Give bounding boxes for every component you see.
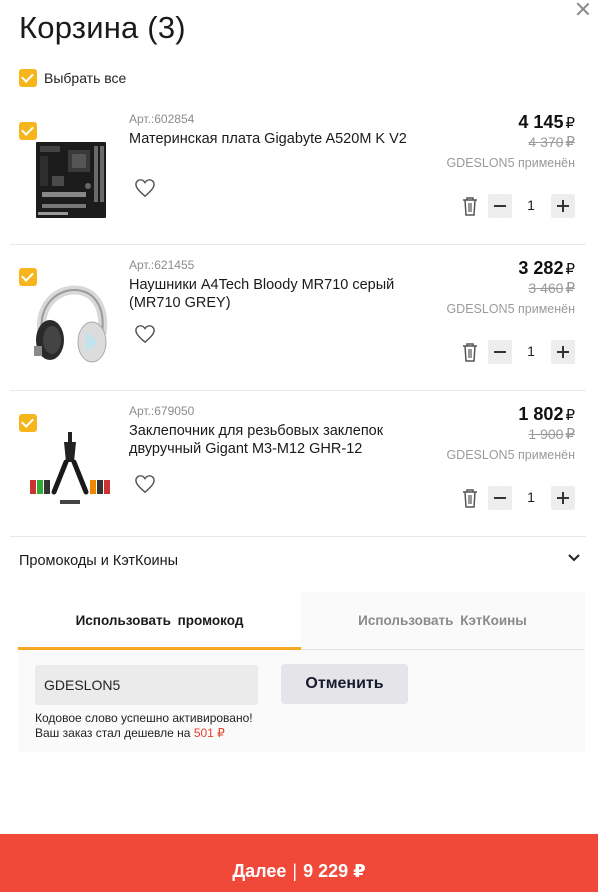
- promocode-input[interactable]: [35, 665, 258, 705]
- cancel-promocode-button[interactable]: Отменить: [281, 664, 408, 704]
- trash-icon[interactable]: [460, 195, 480, 217]
- quantity-value: 1: [527, 343, 535, 359]
- heart-icon[interactable]: [134, 474, 156, 494]
- tab-use-promocode[interactable]: Использовать промокод: [18, 592, 301, 650]
- product-name[interactable]: Материнская плата Gigabyte A520M K V2: [129, 130, 419, 148]
- page-title: Корзина (3): [19, 10, 186, 45]
- item-price: 3 282 ₽: [518, 258, 575, 278]
- tab-use-catcoins[interactable]: Использовать КэтКоины: [301, 592, 584, 650]
- cart-item: Арт.:602854 Материнская плата Gigabyte A…: [0, 100, 598, 246]
- next-label: Далее: [232, 861, 287, 881]
- product-name[interactable]: Наушники A4Tech Bloody MR710 серый (MR71…: [129, 276, 419, 312]
- currency-symbol: ₽: [565, 261, 575, 278]
- promo-section-header[interactable]: Промокоды и КэтКоины: [19, 553, 178, 569]
- article-number: Арт.:679050: [129, 404, 195, 418]
- promo-applied-note: GDESLON5 применён: [446, 156, 575, 170]
- decrease-quantity-button[interactable]: [488, 340, 512, 364]
- article-number: Арт.:621455: [129, 258, 195, 272]
- motherboard-image[interactable]: [28, 136, 114, 222]
- heart-icon[interactable]: [134, 178, 156, 198]
- promo-applied-note: GDESLON5 применён: [446, 302, 575, 316]
- item-old-price: 4 370 ₽: [528, 134, 575, 151]
- promo-applied-note: GDESLON5 применён: [446, 448, 575, 462]
- cart-item: Арт.:679050 Заклепочник для резьбовых за…: [0, 392, 598, 538]
- article-number: Арт.:602854: [129, 112, 195, 126]
- heart-icon[interactable]: [134, 324, 156, 344]
- separator: |: [292, 861, 298, 881]
- item-price: 1 802 ₽: [518, 404, 575, 424]
- discount-amount: 501 ₽: [193, 726, 225, 740]
- item-price: 4 145 ₽: [518, 112, 575, 132]
- decrease-quantity-button[interactable]: [488, 486, 512, 510]
- promo-panel: Использовать промокод Использовать КэтКо…: [18, 592, 585, 752]
- item-old-price: 3 460 ₽: [528, 280, 575, 297]
- divider: [10, 536, 586, 537]
- quantity-value: 1: [527, 489, 535, 505]
- quantity-value: 1: [527, 197, 535, 213]
- divider: [10, 244, 586, 245]
- divider: [10, 390, 586, 391]
- product-name[interactable]: Заклепочник для резьбовых заклепок двуру…: [129, 422, 419, 458]
- select-all-label[interactable]: Выбрать все: [44, 70, 126, 86]
- checkout-next-button[interactable]: Далее | 9 229 ₽: [0, 834, 598, 892]
- select-all-checkbox[interactable]: [19, 69, 37, 87]
- riveter-image[interactable]: [28, 428, 114, 514]
- promo-success-message: Кодовое слово успешно активировано! Ваш …: [35, 711, 253, 741]
- increase-quantity-button[interactable]: [551, 194, 575, 218]
- headphones-image[interactable]: [28, 282, 114, 368]
- chevron-down-icon[interactable]: [567, 553, 581, 563]
- increase-quantity-button[interactable]: [551, 340, 575, 364]
- decrease-quantity-button[interactable]: [488, 194, 512, 218]
- trash-icon[interactable]: [460, 341, 480, 363]
- currency-symbol: ₽: [565, 115, 575, 132]
- success-line: Кодовое слово успешно активировано!: [35, 711, 253, 725]
- close-icon[interactable]: [573, 0, 593, 20]
- currency-symbol: ₽: [565, 280, 575, 297]
- currency-symbol: ₽: [565, 426, 575, 443]
- order-total: 9 229 ₽: [303, 861, 366, 881]
- cart-item: Арт.:621455 Наушники A4Tech Bloody MR710…: [0, 246, 598, 392]
- increase-quantity-button[interactable]: [551, 486, 575, 510]
- discount-line: Ваш заказ стал дешевле на 501 ₽: [35, 726, 225, 740]
- currency-symbol: ₽: [565, 407, 575, 424]
- item-old-price: 1 900 ₽: [528, 426, 575, 443]
- currency-symbol: ₽: [565, 134, 575, 151]
- trash-icon[interactable]: [460, 487, 480, 509]
